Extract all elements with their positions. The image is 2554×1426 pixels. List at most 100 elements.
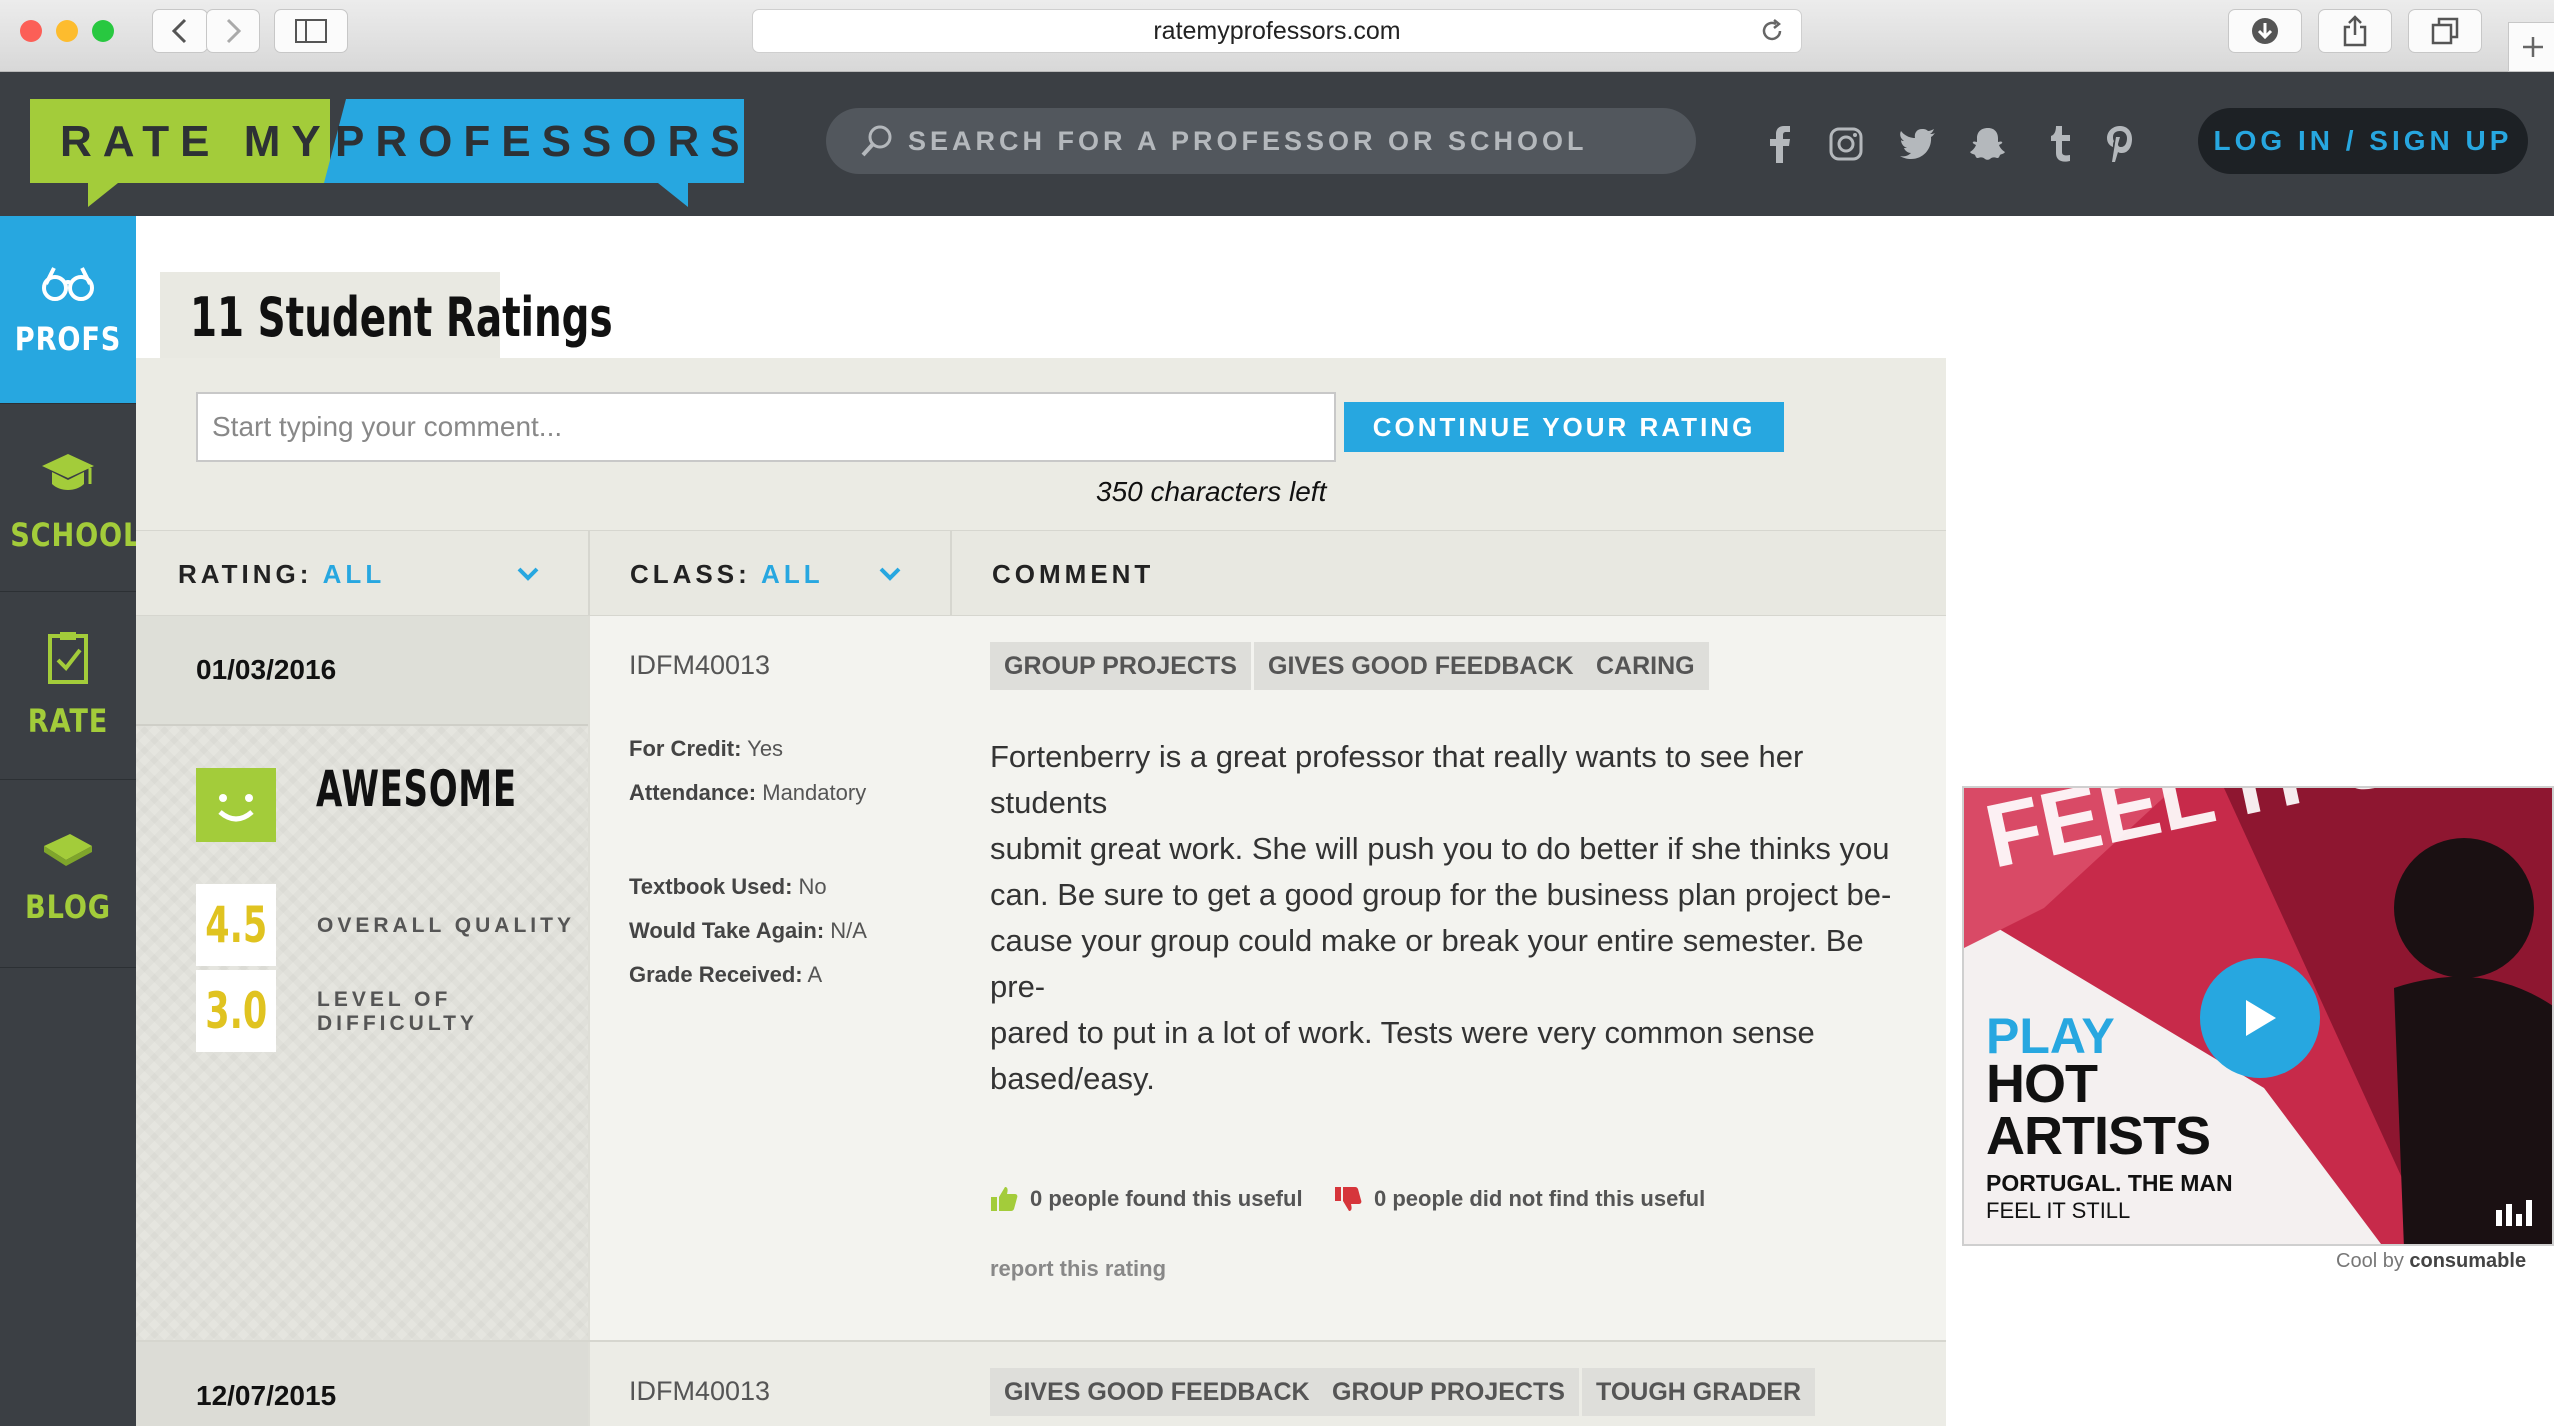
- minimize-window-button[interactable]: [56, 20, 78, 42]
- characters-left-counter: 350 characters left: [1096, 476, 1327, 507]
- comment-panel: CONTINUE YOUR RATING 350 characters left: [136, 358, 1946, 530]
- class-filter[interactable]: CLASS: ALL: [630, 559, 824, 590]
- site-logo[interactable]: RATE MY PROFESSORS: [30, 99, 744, 207]
- ad-song-title: FEEL IT STILL: [1986, 1198, 2131, 1223]
- tag-caring: CARING: [1582, 642, 1709, 690]
- continue-rating-button[interactable]: CONTINUE YOUR RATING: [1344, 402, 1784, 452]
- side-navigation: PROFS SCHOOL RATE BLOG: [0, 216, 142, 1426]
- smiley-face-icon: [196, 768, 276, 842]
- difficulty-label-line2: DIFFICULTY: [317, 1012, 478, 1035]
- nav-item-school[interactable]: SCHOOL: [0, 404, 142, 592]
- rating-comment: Fortenberry is a great professor that re…: [990, 739, 1892, 1096]
- rating-filter-value: ALL: [322, 559, 386, 589]
- rating-row: 12/07/2015 IDFM40013 GIVES GOOD FEEDBACK…: [136, 1340, 1946, 1426]
- meta-for-credit: For Credit: Yes: [629, 736, 784, 761]
- new-tab-button[interactable]: [2508, 22, 2554, 72]
- back-button[interactable]: [152, 9, 208, 53]
- not-useful-count: 0 people did not find this useful: [1374, 1186, 1706, 1211]
- ratings-title-tab: 11 Student Ratings: [160, 272, 613, 358]
- search-icon: [861, 125, 892, 157]
- meta-grade-received: Grade Received: A: [629, 962, 823, 987]
- search-bar[interactable]: [826, 108, 1696, 174]
- tag-gives-good-feedback: GIVES GOOD FEEDBACK: [1254, 642, 1588, 690]
- url-text: ratemyprofessors.com: [1153, 16, 1401, 45]
- comment-input[interactable]: [196, 392, 1336, 462]
- thumbs-down-icon[interactable]: [1334, 1186, 1362, 1212]
- graduation-cap-icon: [42, 454, 94, 490]
- ad-band-name: PORTUGAL. THE MAN: [1986, 1170, 2233, 1196]
- page-title: 11 Student Ratings: [190, 286, 613, 349]
- rating-filter[interactable]: RATING: ALL: [178, 559, 385, 590]
- nav-item-rate[interactable]: RATE: [0, 592, 136, 780]
- nav-label-blog: BLOG: [25, 888, 111, 926]
- chevron-left-icon: [171, 18, 187, 44]
- tag-gives-good-feedback: GIVES GOOD FEEDBACK: [990, 1368, 1324, 1416]
- tabs-icon: [2431, 17, 2459, 45]
- play-icon: [2246, 1000, 2276, 1036]
- clipboard-check-icon: [48, 632, 88, 684]
- ratings-column-headers: RATING: ALL CLASS: ALL COMMENT: [136, 530, 1946, 617]
- instagram-icon[interactable]: [1826, 124, 1866, 164]
- ad-hot-artists: HOT ARTISTS: [1986, 1054, 2211, 1166]
- comment-column-header: COMMENT: [992, 559, 1155, 589]
- meta-attendance: Attendance: Mandatory: [629, 780, 867, 805]
- rating-row: 01/03/2016 AWESOME 4.5 OVERALL QUALITY 3…: [136, 616, 1946, 1340]
- nav-label-school: SCHOOL: [10, 516, 142, 554]
- meta-would-take-again: Would Take Again: N/A: [629, 918, 867, 943]
- ad-attribution[interactable]: Cool by consumable: [2336, 1250, 2526, 1273]
- thumbs-up-icon[interactable]: [990, 1186, 1018, 1212]
- login-signup-button[interactable]: LOG IN / SIGN UP: [2198, 108, 2528, 174]
- site-header: RATE MY PROFESSORS LOG IN / SIGN UP: [0, 72, 2554, 216]
- nav-label-profs: PROFS: [14, 320, 122, 358]
- difficulty-score: 3.0: [196, 970, 276, 1052]
- bar-chart-icon: [2496, 1200, 2532, 1226]
- rating-summary: 01/03/2016 AWESOME 4.5 OVERALL QUALITY 3…: [136, 616, 588, 1340]
- chevron-down-icon[interactable]: [878, 561, 902, 585]
- glasses-icon: [42, 267, 94, 301]
- sidebar-toggle-button[interactable]: [274, 9, 348, 53]
- tag-tough-grader: TOUGH GRADER: [1582, 1368, 1816, 1416]
- download-icon: [2252, 18, 2278, 44]
- overall-quality-label: OVERALL QUALITY: [317, 914, 575, 937]
- forward-button[interactable]: [206, 9, 260, 53]
- difficulty-label-line1: LEVEL OF: [317, 988, 452, 1011]
- plus-icon: [2523, 37, 2543, 57]
- search-input[interactable]: [908, 125, 1668, 157]
- chevron-down-icon[interactable]: [516, 561, 540, 585]
- logo-text-rate-my: RATE MY: [60, 117, 332, 166]
- tabs-overview-button[interactable]: [2408, 9, 2482, 53]
- class-code: IDFM40013: [629, 1376, 771, 1406]
- meta-textbook-used: Textbook Used: No: [629, 874, 827, 899]
- class-filter-value: ALL: [761, 559, 824, 589]
- useful-vote[interactable]: 0 people found this useful: [990, 1186, 1303, 1212]
- class-code: IDFM40013: [629, 650, 771, 680]
- downloads-button[interactable]: [2228, 9, 2302, 53]
- address-bar[interactable]: ratemyprofessors.com: [752, 9, 1802, 53]
- book-icon: [44, 834, 92, 866]
- nav-item-profs[interactable]: PROFS: [0, 216, 136, 404]
- overall-quality-score: 4.5: [196, 884, 276, 966]
- tag-group-projects: GROUP PROJECTS: [990, 642, 1251, 690]
- play-button[interactable]: [2200, 958, 2320, 1078]
- zoom-window-button[interactable]: [92, 20, 114, 42]
- snapchat-icon[interactable]: [1968, 124, 2008, 164]
- close-window-button[interactable]: [20, 20, 42, 42]
- browser-toolbar: ratemyprofessors.com: [0, 0, 2554, 72]
- share-button[interactable]: [2318, 9, 2392, 53]
- rating-date: 12/07/2015: [196, 1380, 337, 1411]
- rating-date: 01/03/2016: [196, 654, 337, 685]
- tumblr-icon[interactable]: [2040, 124, 2080, 164]
- facebook-icon[interactable]: [1760, 124, 1800, 164]
- nav-item-blog[interactable]: BLOG: [0, 780, 136, 968]
- useful-count: 0 people found this useful: [1030, 1186, 1303, 1211]
- advertisement[interactable]: FEEL IT STILL PLAY HOT ARTISTS PORTUGAL.…: [1962, 786, 2554, 1246]
- share-icon: [2343, 15, 2367, 47]
- pinterest-icon[interactable]: [2100, 124, 2140, 164]
- rating-filter-label: RATING:: [178, 559, 313, 589]
- reload-icon[interactable]: [1759, 18, 1785, 44]
- twitter-icon[interactable]: [1898, 124, 1938, 164]
- consumable-brand: consumable: [2409, 1250, 2527, 1272]
- report-rating-link[interactable]: report this rating: [990, 1256, 1166, 1282]
- tag-group-projects: GROUP PROJECTS: [1318, 1368, 1579, 1416]
- not-useful-vote[interactable]: 0 people did not find this useful: [1334, 1186, 1705, 1212]
